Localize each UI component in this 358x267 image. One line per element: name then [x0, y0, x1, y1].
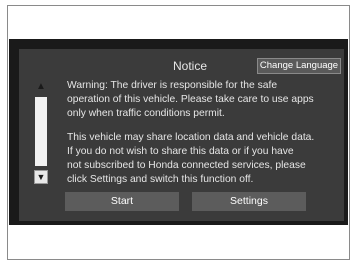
start-button[interactable]: Start [65, 192, 179, 211]
warning-line: Warning: The driver is responsible for t… [67, 80, 278, 91]
scrollbar-thumb[interactable] [35, 97, 47, 166]
chevron-double-up-icon[interactable]: ▲ [35, 81, 47, 93]
privacy-line: This vehicle may share location data and… [67, 132, 315, 143]
privacy-line: If you do not wish to share this data or… [67, 146, 294, 157]
settings-button[interactable]: Settings [192, 192, 306, 211]
warning-text: Warning: The driver is responsible for t… [67, 79, 337, 121]
warning-line: operation of this vehicle. Please take c… [67, 94, 314, 105]
change-language-button[interactable]: Change Language [257, 58, 341, 74]
dialog-title: Notice [172, 59, 207, 73]
privacy-line: click Settings and switch this function … [67, 174, 254, 185]
privacy-line: not subscribed to Honda connected servic… [67, 160, 306, 171]
warning-line: only when traffic conditions permit. [67, 108, 225, 119]
privacy-text: This vehicle may share location data and… [67, 131, 337, 187]
chevron-double-down-icon[interactable]: ▼ [34, 170, 48, 184]
